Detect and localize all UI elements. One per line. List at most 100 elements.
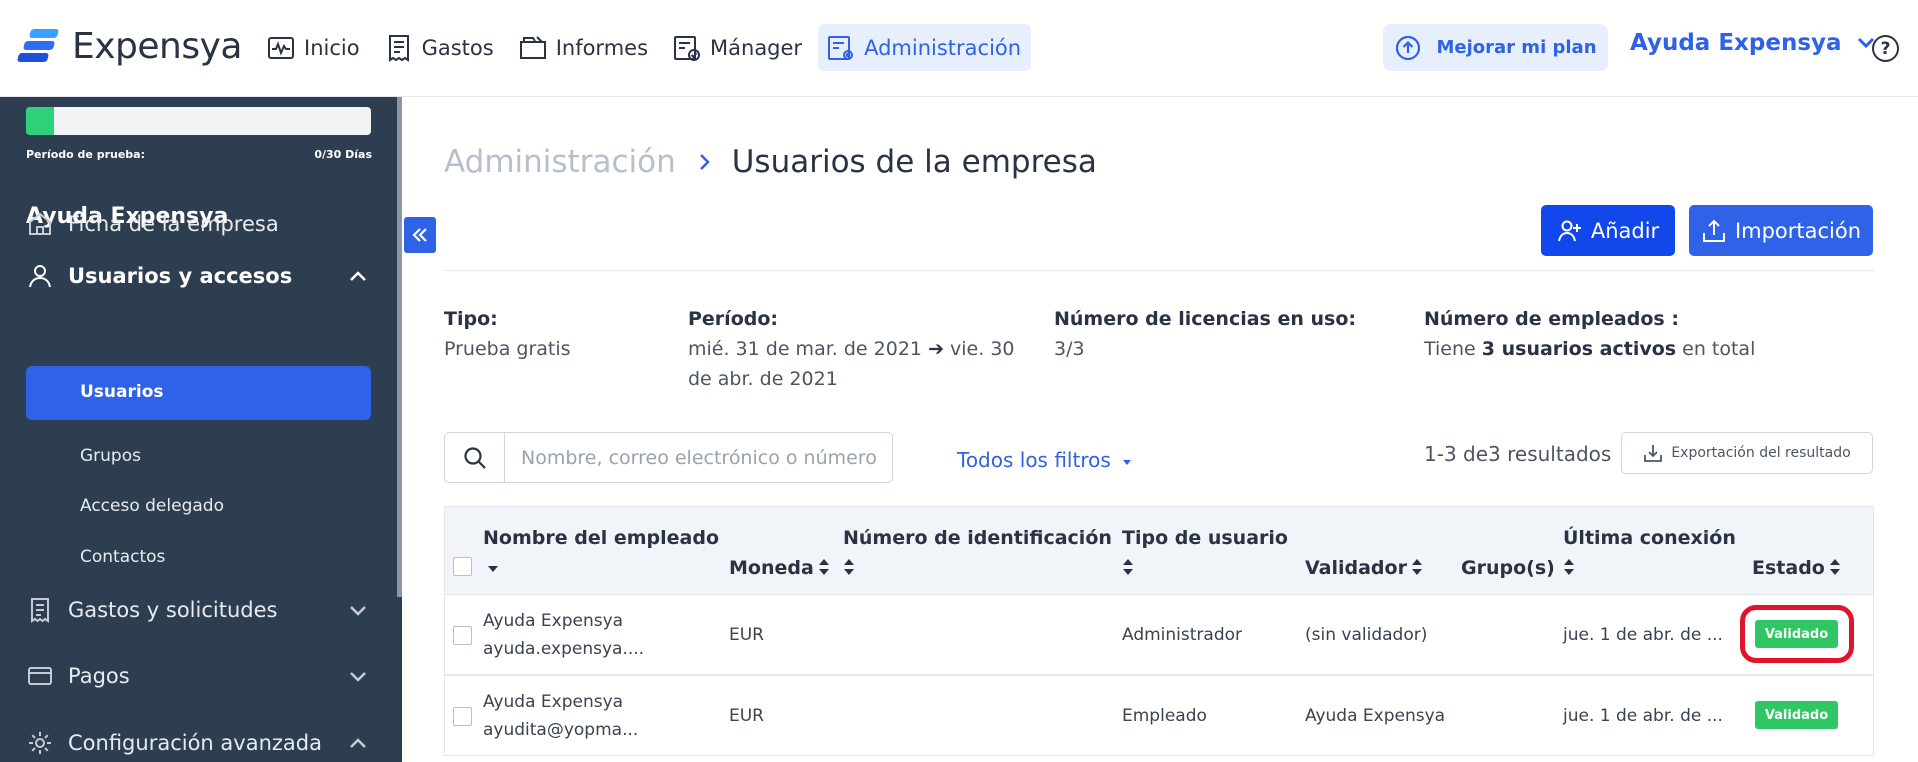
cell-user-type: Administrador: [1122, 625, 1243, 645]
info-type-label: Tipo:: [444, 308, 498, 330]
header-divider: [444, 270, 1874, 271]
breadcrumb: Administración Usuarios de la empresa: [444, 144, 1097, 180]
sidebar-item-advanced-settings[interactable]: Configuración avanzada: [26, 729, 371, 757]
status-badge: Validado: [1755, 620, 1838, 648]
arrow-right-icon: ➔: [928, 338, 944, 360]
col-header-id-label: Número de identificación: [843, 527, 1112, 549]
account-menu[interactable]: Ayuda Expensya: [1630, 30, 1878, 56]
table-row[interactable]: Ayuda Expensya ayudita@yopma... EUR Empl…: [444, 675, 1874, 756]
col-header-status[interactable]: Estado: [1752, 553, 1841, 583]
sort-icon: [1564, 559, 1574, 575]
info-type: Tipo: Prueba gratis: [444, 304, 571, 364]
info-period: Período: mié. 31 de mar. de 2021 ➔ vie. …: [688, 304, 1018, 394]
select-all-checkbox[interactable]: [453, 557, 472, 576]
export-results-button[interactable]: Exportación del resultado: [1621, 432, 1873, 474]
col-header-last-login[interactable]: Última conexión: [1563, 523, 1736, 583]
import-button-label: Importación: [1734, 218, 1862, 243]
nav-item-informes[interactable]: Informes: [510, 24, 658, 71]
chevron-up-icon: [350, 738, 366, 748]
info-employees: Número de empleados : Tiene 3 usuarios a…: [1424, 304, 1755, 364]
trial-label: Período de prueba:: [26, 148, 145, 161]
search-input[interactable]: [504, 432, 893, 483]
top-bar: Expensya Inicio Gastos Informes Mánager …: [0, 0, 1918, 97]
table-row[interactable]: Ayuda Expensya ayuda.expensya.... EUR Ad…: [444, 594, 1874, 675]
cell-name: Ayuda Expensya ayuda.expensya....: [483, 607, 644, 663]
upload-icon: [1702, 219, 1725, 242]
nav-item-label: Mánager: [710, 35, 803, 60]
nav-item-inicio[interactable]: Inicio: [258, 24, 370, 71]
col-header-validator[interactable]: Validador: [1305, 553, 1423, 583]
credit-card-icon: [28, 667, 52, 685]
admin-settings-icon: [828, 35, 854, 60]
results-count: 1-3 de3 resultados: [1424, 442, 1612, 466]
col-header-name[interactable]: Nombre del empleado: [483, 523, 719, 583]
add-user-button[interactable]: Añadir: [1541, 205, 1675, 256]
sidebar-subitem-contacts[interactable]: Contactos: [80, 547, 165, 567]
main-nav: Inicio Gastos Informes Mánager Administr…: [258, 24, 1032, 71]
col-header-user-type[interactable]: Tipo de usuario: [1122, 523, 1288, 583]
nav-item-manager[interactable]: Mánager: [664, 24, 812, 71]
cell-validator: Ayuda Expensya: [1305, 706, 1446, 726]
cell-last-login: jue. 1 de abr. de ...: [1563, 625, 1723, 645]
info-period-start: mié. 31 de mar. de 2021: [688, 338, 923, 360]
page-title: Usuarios de la empresa: [731, 144, 1097, 180]
employee-name: Ayuda Expensya: [483, 611, 624, 631]
info-type-value: Prueba gratis: [444, 338, 571, 360]
help-icon[interactable]: ?: [1872, 35, 1899, 62]
sidebar-item-label: Ficha de la empresa: [68, 212, 279, 236]
col-header-user-type-label: Tipo de usuario: [1122, 527, 1288, 549]
sidebar-subitem-users[interactable]: Usuarios: [26, 366, 371, 420]
sidebar-item-label: Configuración avanzada: [68, 731, 322, 755]
row-checkbox[interactable]: [453, 707, 472, 726]
sidebar-subitem-groups[interactable]: Grupos: [80, 446, 141, 466]
sidebar-item-expenses-requests[interactable]: Gastos y solicitudes: [26, 596, 371, 624]
cell-last-login: jue. 1 de abr. de ...: [1563, 706, 1723, 726]
sort-icon: [818, 559, 829, 575]
cell-name: Ayuda Expensya ayudita@yopma...: [483, 688, 638, 744]
table-header: Nombre del empleado Moneda Número de ide…: [444, 506, 1874, 594]
sort-icon: [1123, 559, 1133, 575]
col-header-currency[interactable]: Moneda: [729, 553, 830, 583]
search-button[interactable]: [444, 432, 505, 483]
sidebar-item-users-access[interactable]: Usuarios y accesos: [26, 262, 371, 290]
sidebar-item-payments[interactable]: Pagos: [26, 662, 371, 690]
cell-currency: EUR: [729, 625, 764, 645]
status-badge: Validado: [1755, 701, 1838, 729]
receipt-icon: [388, 34, 409, 62]
app-logo[interactable]: Expensya: [16, 26, 243, 67]
info-period-end: vie. 30: [950, 338, 1015, 360]
cell-validator: (sin validador): [1305, 625, 1428, 645]
export-label: Exportación del resultado: [1671, 445, 1851, 461]
all-filters-dropdown[interactable]: Todos los filtros: [957, 448, 1133, 472]
caret-down-icon: [1122, 460, 1131, 465]
nav-item-gastos[interactable]: Gastos: [376, 24, 504, 71]
double-chevron-left-icon: [412, 228, 427, 242]
sidebar-scrollbar[interactable]: [397, 97, 402, 597]
info-licenses-label: Número de licencias en uso:: [1054, 308, 1356, 330]
info-employees-count: 3 usuarios activos: [1481, 338, 1677, 360]
sidebar-item-company-profile[interactable]: Ficha de la empresa: [26, 210, 371, 238]
chevron-up-icon: [350, 271, 366, 281]
employee-email: ayuda.expensya....: [483, 639, 645, 659]
upgrade-plan-button[interactable]: Mejorar mi plan: [1383, 24, 1608, 71]
collapse-sidebar-button[interactable]: [404, 217, 436, 253]
nav-item-administracion[interactable]: Administración: [818, 24, 1032, 71]
receipt-icon: [31, 598, 49, 623]
sidebar-item-label: Usuarios y accesos: [68, 264, 293, 288]
info-employees-label: Número de empleados :: [1424, 308, 1679, 330]
row-checkbox[interactable]: [453, 626, 472, 645]
cell-user-type: Empleado: [1122, 706, 1207, 726]
download-icon: [1644, 445, 1663, 462]
sidebar-subitem-delegated-access[interactable]: Acceso delegado: [80, 496, 224, 516]
import-button[interactable]: Importación: [1689, 205, 1873, 256]
filters-label: Todos los filtros: [957, 448, 1111, 472]
trial-progress-bar: [26, 107, 371, 135]
upgrade-plan-label: Mejorar mi plan: [1436, 37, 1597, 58]
info-employees-prefix: Tiene: [1424, 338, 1476, 360]
chevron-down-icon: [350, 606, 366, 616]
cell-currency: EUR: [729, 706, 764, 726]
col-header-groups: Grupo(s): [1461, 557, 1555, 579]
breadcrumb-parent[interactable]: Administración: [444, 144, 676, 180]
col-header-id-number[interactable]: Número de identificación: [843, 523, 1112, 583]
chevron-down-icon: [350, 672, 366, 682]
